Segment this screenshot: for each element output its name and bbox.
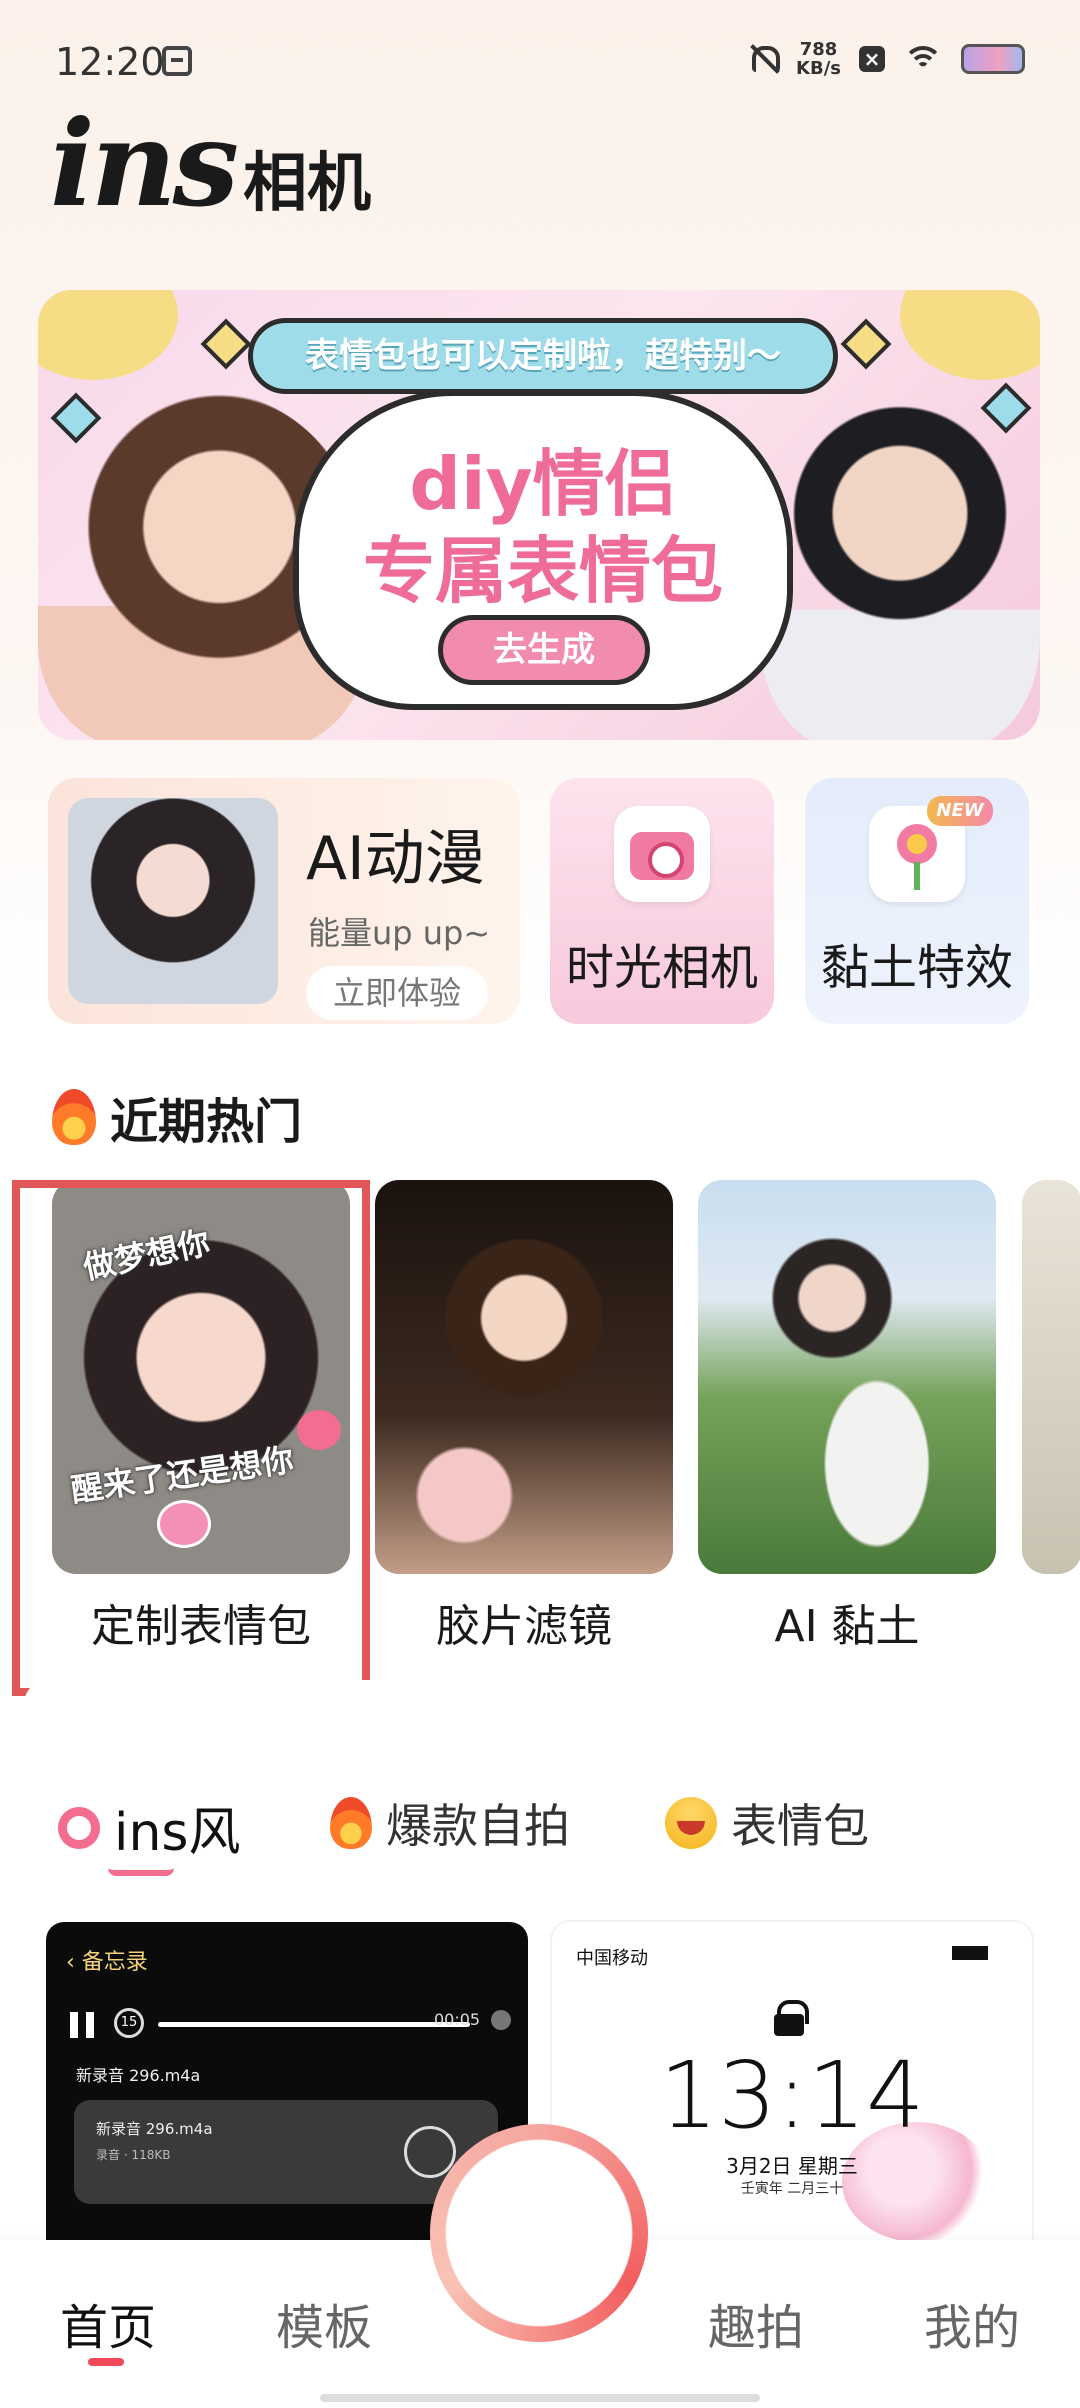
audio-progress-bar bbox=[158, 2022, 470, 2027]
net-speed-value: 788 bbox=[799, 39, 838, 60]
camera-icon bbox=[614, 806, 710, 902]
status-time: 12:20 bbox=[55, 40, 165, 84]
signal-battery-icon bbox=[952, 1946, 1012, 1960]
nav-home[interactable]: 首页 bbox=[28, 2288, 188, 2358]
time-camera-label: 时光相机 bbox=[565, 940, 758, 996]
tab-label: 表情包 bbox=[731, 1799, 869, 1853]
notification-note-icon bbox=[162, 46, 192, 76]
status-icons: 788 KB/s × bbox=[748, 40, 1025, 78]
audio-duration: 00:05 bbox=[434, 2010, 481, 2029]
smile-icon bbox=[665, 1797, 717, 1849]
banner-decor-cloud bbox=[38, 290, 178, 380]
promo-banner[interactable]: 表情包也可以定制啦，超特别～ diy情侣 专属表情包 去生成 bbox=[38, 290, 1040, 740]
fire-icon bbox=[330, 1797, 372, 1849]
banner-generate-button[interactable]: 去生成 bbox=[438, 615, 650, 685]
net-speed: 788 KB/s bbox=[796, 40, 841, 78]
wifi-icon bbox=[903, 44, 943, 74]
clay-effect-label: 黏土特效 bbox=[820, 940, 1013, 996]
memo-recording-card: 新录音 296.m4a 录音 · 118KB bbox=[74, 2100, 498, 2204]
hot-item-label: AI 黏土 bbox=[774, 1601, 920, 1652]
rewind-15-icon: 15 bbox=[114, 2008, 144, 2038]
ai-anime-subtitle: 能量up up~ bbox=[308, 914, 491, 952]
banner-decor-cloud bbox=[900, 290, 1040, 380]
lock-icon bbox=[774, 2000, 809, 2036]
fire-icon bbox=[52, 1089, 96, 1145]
memo-back-label: 备忘录 bbox=[81, 1950, 148, 1975]
nav-profile[interactable]: 我的 bbox=[892, 2288, 1052, 2358]
memo-back-link: ‹ 备忘录 bbox=[66, 1950, 148, 1975]
close-icon bbox=[491, 2010, 511, 2030]
tab-label: ins风 bbox=[114, 1803, 241, 1863]
home-indicator[interactable] bbox=[320, 2394, 760, 2402]
nav-templates[interactable]: 模板 bbox=[244, 2288, 404, 2358]
hot-item-label: 胶片滤镜 bbox=[436, 1601, 612, 1652]
banner-title-line2: 专属表情包 bbox=[362, 529, 723, 613]
lockscreen-carrier: 中国移动 bbox=[576, 1948, 648, 1969]
memo-file-name: 新录音 296.m4a bbox=[76, 2066, 201, 2085]
hot-item-partial[interactable] bbox=[1022, 1180, 1080, 1574]
try-now-button[interactable]: 立即体验 bbox=[306, 966, 488, 1020]
tab-selected-indicator bbox=[108, 1866, 174, 1876]
app-logo: ins 相机 bbox=[50, 105, 371, 224]
nav-active-indicator bbox=[88, 2358, 124, 2366]
selection-highlight bbox=[12, 1180, 370, 1696]
circle-icon bbox=[58, 1806, 100, 1849]
capture-button[interactable] bbox=[430, 2124, 648, 2342]
recent-hot-header: 近期热门 bbox=[52, 1082, 302, 1152]
ai-anime-card[interactable]: AI动漫 能量up up~ 立即体验 bbox=[48, 778, 520, 1024]
net-speed-unit: KB/s bbox=[796, 58, 841, 79]
clay-effect-card[interactable]: NEW 黏土特效 bbox=[805, 778, 1029, 1024]
battery-icon bbox=[961, 44, 1025, 74]
close-badge-icon: × bbox=[859, 46, 885, 72]
tab-emoji[interactable]: 表情包 bbox=[665, 1790, 869, 1856]
sparkle-icon bbox=[840, 318, 892, 370]
hot-item-ai-clay[interactable] bbox=[698, 1180, 996, 1574]
time-camera-card[interactable]: 时光相机 bbox=[550, 778, 774, 1024]
hot-item-film-filter[interactable] bbox=[375, 1180, 673, 1574]
pause-circle-icon bbox=[404, 2126, 456, 2178]
tab-hot-selfie[interactable]: 爆款自拍 bbox=[330, 1790, 570, 1856]
logo-cn-text: 相机 bbox=[243, 147, 372, 221]
recent-hot-title: 近期热门 bbox=[110, 1094, 303, 1150]
banner-boy-photo bbox=[760, 380, 1040, 740]
recording-name: 新录音 296.m4a bbox=[96, 2120, 213, 2138]
mute-icon bbox=[748, 44, 781, 74]
lockscreen-clock: 13:14 bbox=[659, 2042, 925, 2149]
pause-icon bbox=[70, 2012, 94, 2038]
new-badge: NEW bbox=[927, 796, 993, 826]
logo-ins-text: ins bbox=[50, 94, 239, 233]
recording-meta: 录音 · 118KB bbox=[96, 2148, 171, 2162]
tab-ins-style[interactable]: ins风 bbox=[58, 1790, 241, 1865]
banner-tagline: 表情包也可以定制啦，超特别～ bbox=[248, 318, 838, 394]
sparkle-icon bbox=[200, 318, 252, 370]
tab-label: 爆款自拍 bbox=[386, 1799, 570, 1853]
ai-anime-thumbnail bbox=[68, 798, 278, 1004]
nav-fun-shoot[interactable]: 趣拍 bbox=[676, 2288, 836, 2358]
ai-anime-title: AI动漫 bbox=[306, 824, 485, 894]
